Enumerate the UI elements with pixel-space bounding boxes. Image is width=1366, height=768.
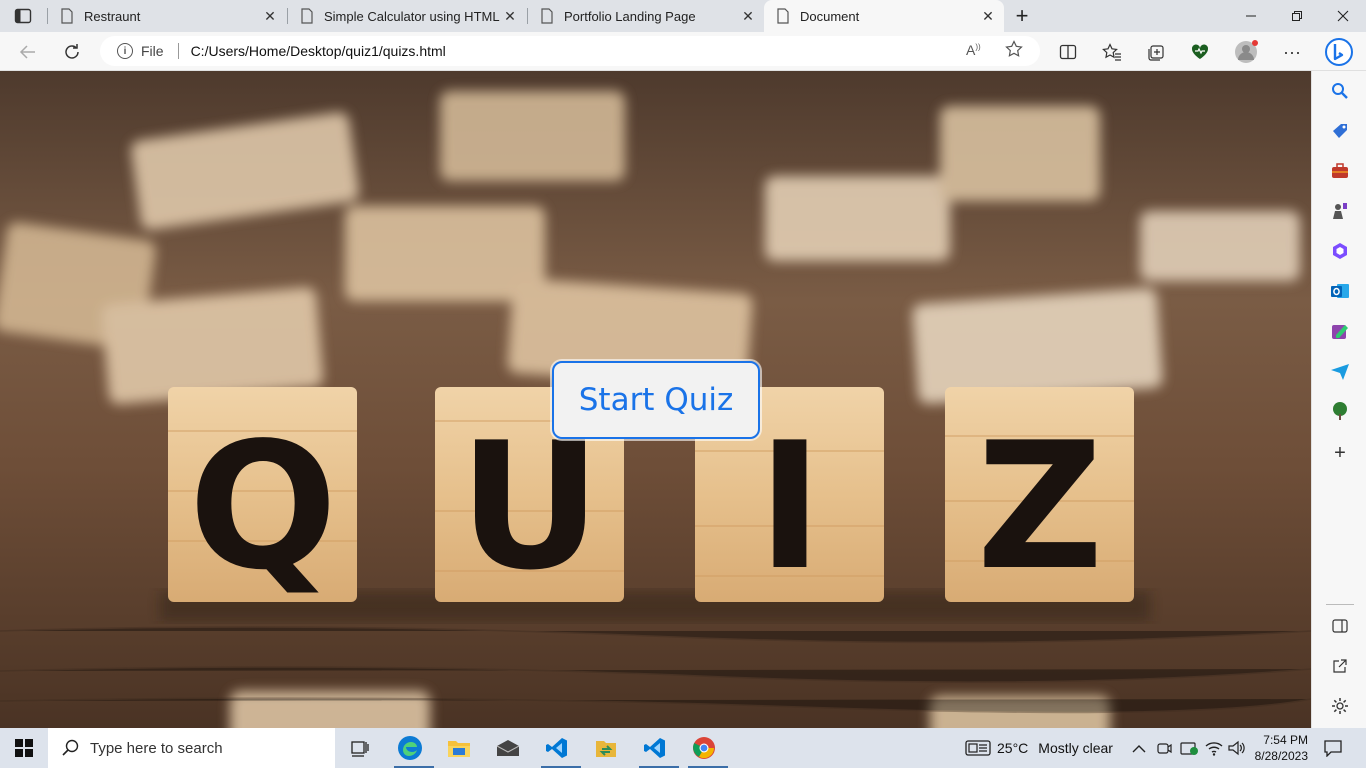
clock-date: 8/28/2023	[1254, 749, 1308, 763]
search-placeholder: Type here to search	[90, 739, 223, 757]
tab-label: Document	[800, 8, 860, 24]
page-icon	[61, 8, 73, 24]
close-icon[interactable]: ✕	[260, 8, 280, 25]
designer-icon[interactable]	[1330, 321, 1350, 341]
search-icon	[62, 739, 79, 756]
sidebar-settings-gear-icon[interactable]	[1330, 696, 1350, 716]
url-text[interactable]: C:/Users/Home/Desktop/quiz1/quizs.html	[191, 43, 446, 59]
close-window-icon[interactable]	[1320, 0, 1366, 32]
read-aloud-icon[interactable]: A))	[966, 42, 981, 58]
vscode-icon[interactable]	[537, 732, 581, 768]
mail-icon[interactable]	[488, 732, 528, 764]
file-explorer-icon[interactable]	[439, 732, 479, 764]
security-status-icon[interactable]	[1180, 728, 1198, 768]
drop-send-icon[interactable]	[1330, 361, 1350, 381]
chrome-icon[interactable]	[684, 732, 728, 768]
tab-document[interactable]: Document ✕	[764, 0, 1004, 32]
tab-simple-calculator[interactable]: Simple Calculator using HTML, C ✕	[288, 0, 526, 32]
clock-time: 7:54 PM	[1263, 733, 1308, 747]
new-tab-icon[interactable]: +	[1012, 3, 1032, 28]
vscode-second-window-icon[interactable]	[635, 732, 679, 768]
volume-icon[interactable]	[1228, 728, 1246, 768]
weather-icon	[965, 740, 991, 756]
close-icon[interactable]: ✕	[738, 8, 758, 25]
tab-strip: Restraunt ✕ Simple Calculator using HTML…	[0, 0, 1366, 32]
edge-taskbar-icon[interactable]	[390, 732, 434, 768]
favorites-icon[interactable]	[1099, 39, 1125, 65]
page-content: Q U I Z Start Quiz	[0, 71, 1311, 728]
weather-widget[interactable]: 25°C Mostly clear	[965, 728, 1113, 768]
task-view-icon[interactable]	[340, 732, 380, 764]
restore-icon[interactable]	[1274, 0, 1320, 32]
tab-label: Portfolio Landing Page	[564, 8, 696, 24]
taskbar-search-box[interactable]: Type here to search	[48, 728, 335, 768]
close-icon[interactable]: ✕	[978, 8, 998, 25]
close-icon[interactable]: ✕	[500, 8, 520, 25]
tab-portfolio[interactable]: Portfolio Landing Page ✕	[528, 0, 764, 32]
page-icon	[777, 8, 789, 24]
tile-letter: I	[757, 406, 822, 609]
outlook-icon[interactable]	[1330, 281, 1350, 301]
file-transfer-icon[interactable]	[586, 732, 626, 764]
meet-now-icon[interactable]	[1156, 728, 1172, 768]
minimize-icon[interactable]	[1228, 0, 1274, 32]
bing-copilot-icon[interactable]	[1323, 36, 1355, 68]
site-info-icon[interactable]: i	[117, 43, 133, 59]
microsoft-365-icon[interactable]	[1330, 241, 1350, 261]
tree-icon[interactable]	[1330, 401, 1350, 421]
windows-taskbar: Type here to search 25°C Mostly clear 7:…	[0, 728, 1366, 768]
collections-icon[interactable]	[1143, 39, 1169, 65]
refresh-icon[interactable]	[59, 39, 85, 65]
tab-label: Restraunt	[84, 8, 141, 24]
tab-label: Simple Calculator using HTML, C	[324, 8, 500, 24]
wifi-icon[interactable]	[1205, 728, 1223, 768]
address-bar[interactable]: i File C:/Users/Home/Desktop/quiz1/quizs…	[100, 36, 1040, 66]
tools-briefcase-icon[interactable]	[1330, 161, 1350, 181]
favorite-star-icon[interactable]	[1005, 40, 1023, 61]
scheme-label: File	[141, 43, 164, 59]
games-icon[interactable]	[1330, 201, 1350, 221]
search-icon[interactable]	[1330, 81, 1350, 101]
add-sidebar-app-icon[interactable]: +	[1330, 442, 1350, 464]
tab-restraunt[interactable]: Restraunt ✕	[48, 0, 286, 32]
page-icon	[301, 8, 313, 24]
split-screen-icon[interactable]	[1055, 39, 1081, 65]
settings-more-icon[interactable]: ···	[1279, 39, 1305, 65]
hide-sidebar-icon[interactable]	[1330, 616, 1350, 636]
navigation-bar: i File C:/Users/Home/Desktop/quiz1/quizs…	[0, 32, 1366, 71]
weather-temperature: 25°C	[997, 740, 1029, 756]
tab-actions-icon[interactable]	[14, 8, 32, 24]
profile-avatar-icon[interactable]	[1233, 39, 1259, 65]
open-external-icon[interactable]	[1330, 656, 1350, 676]
shopping-tag-icon[interactable]	[1330, 121, 1350, 141]
weather-description: Mostly clear	[1038, 740, 1113, 756]
windows-start-icon[interactable]	[4, 732, 44, 764]
start-quiz-button[interactable]: Start Quiz	[552, 361, 760, 439]
system-clock[interactable]: 7:54 PM 8/28/2023	[1250, 728, 1308, 768]
tile-letter: Z	[977, 406, 1104, 609]
tile-letter: Q	[189, 406, 338, 609]
notifications-icon[interactable]	[1324, 728, 1342, 768]
page-icon	[541, 8, 553, 24]
back-icon[interactable]	[15, 39, 41, 65]
show-hidden-icons-icon[interactable]	[1132, 728, 1146, 768]
edge-sidebar: +	[1311, 71, 1366, 728]
browser-essentials-icon[interactable]	[1187, 39, 1213, 65]
